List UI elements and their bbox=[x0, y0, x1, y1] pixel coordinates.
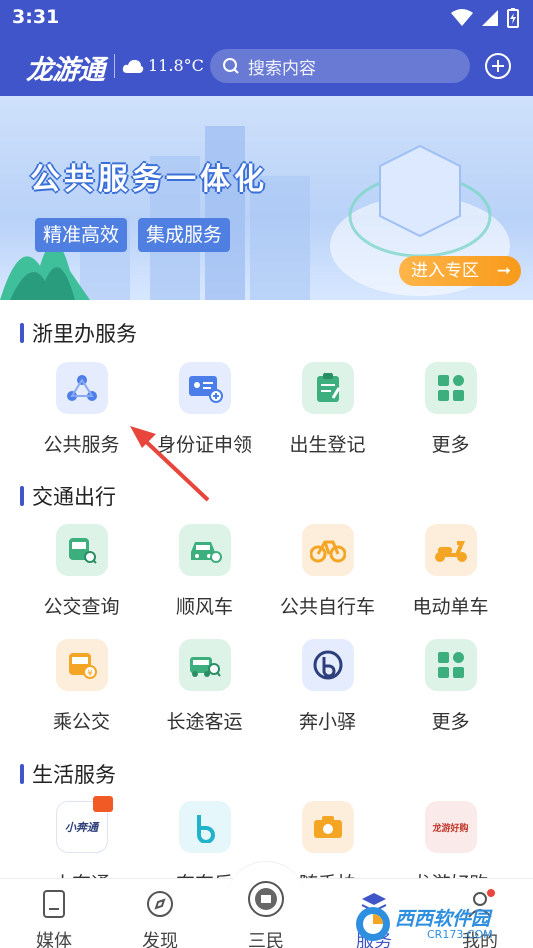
temperature: 11.8°C bbox=[148, 56, 204, 75]
ride-bus-icon: ¥ bbox=[55, 639, 108, 691]
nav-label: 三民 bbox=[248, 931, 284, 948]
status-bar: 3:31 bbox=[0, 0, 533, 36]
grid-item-label: 乘公交 bbox=[52, 711, 110, 733]
camera-icon bbox=[301, 801, 354, 853]
xiaobentong-logo-text: 小奔通 bbox=[65, 821, 98, 834]
xiaobentong-icon: 小奔通 bbox=[55, 796, 113, 853]
badge-dot bbox=[92, 796, 113, 812]
grid-item-label: 长途客运 bbox=[166, 711, 243, 733]
top-bar: 3:31 龙游通 11.8°C 搜索内容 bbox=[0, 0, 533, 96]
grid-item-more-1[interactable]: 更多 bbox=[389, 362, 512, 457]
section-title-text: 交通出行 bbox=[32, 485, 116, 509]
grid-item-label: 公交查询 bbox=[43, 596, 120, 618]
watermark-text: 西西软件园 bbox=[395, 908, 491, 930]
more-grid-icon bbox=[424, 639, 477, 691]
wifi-icon bbox=[451, 9, 473, 26]
grid-item-label: 公共自行车 bbox=[279, 596, 375, 618]
watermark-logo-icon bbox=[356, 907, 390, 941]
watermark: 西西软件园 CR173.COM bbox=[353, 902, 523, 946]
grid-item-label: 更多 bbox=[431, 711, 470, 733]
nav-label: 媒体 bbox=[36, 931, 72, 948]
grid-item-bus-search[interactable]: 公交查询 bbox=[20, 524, 143, 619]
nav-label: 发现 bbox=[142, 931, 178, 948]
enter-zone-button[interactable]: 进入专区 ➞ bbox=[399, 256, 521, 286]
section-title-text: 浙里办服务 bbox=[32, 322, 137, 346]
birth-register-icon bbox=[301, 362, 354, 414]
add-button[interactable] bbox=[485, 53, 511, 79]
section-title-transport: 交通出行 bbox=[20, 481, 116, 511]
nav-item-media[interactable]: 媒体 bbox=[14, 889, 94, 948]
section-marker bbox=[20, 764, 24, 784]
banner[interactable]: 公共服务一体化 精准高效 集成服务 进入专区 ➞ bbox=[0, 96, 533, 300]
search-input[interactable]: 搜索内容 bbox=[210, 49, 470, 83]
bicycle-icon bbox=[301, 524, 354, 576]
annotation-arrow bbox=[130, 426, 210, 502]
section-marker bbox=[20, 486, 24, 506]
search-icon bbox=[223, 58, 239, 74]
bus-search-icon bbox=[55, 524, 108, 576]
compass-icon bbox=[147, 891, 173, 917]
cloud-icon bbox=[122, 59, 144, 73]
arrow-right-icon: ➞ bbox=[496, 261, 511, 281]
banner-tag-precise: 精准高效 bbox=[35, 218, 128, 252]
nav-item-discover[interactable]: 发现 bbox=[120, 889, 200, 948]
grid-item-more-2[interactable]: 更多 bbox=[389, 639, 512, 734]
status-time: 3:31 bbox=[12, 6, 60, 28]
app-logo[interactable]: 龙游通 bbox=[26, 48, 105, 87]
grid-item-label: 电动单车 bbox=[412, 596, 489, 618]
benbenle-icon bbox=[178, 801, 231, 853]
grid-item-label: 更多 bbox=[431, 434, 470, 456]
battery-icon bbox=[507, 8, 519, 28]
section-title-life: 生活服务 bbox=[20, 759, 116, 789]
banner-tag-integrated: 集成服务 bbox=[138, 218, 231, 252]
sanmin-icon bbox=[248, 881, 284, 917]
more-grid-icon bbox=[424, 362, 477, 414]
public-service-icon bbox=[55, 362, 108, 414]
grid-item-ride-bus[interactable]: ¥ 乘公交 bbox=[20, 639, 143, 734]
grid-item-label: 出生登记 bbox=[289, 434, 366, 456]
signal-icon bbox=[482, 10, 498, 26]
grid-item-carpool[interactable]: 顺风车 bbox=[143, 524, 266, 619]
grid-item-label: 奔小驿 bbox=[298, 711, 356, 733]
document-icon bbox=[43, 890, 65, 918]
coach-icon bbox=[178, 639, 231, 691]
grid-item-label: 顺风车 bbox=[175, 596, 233, 618]
nav-item-sanmin[interactable]: 三民 bbox=[226, 879, 306, 948]
grid-item-coach[interactable]: 长途客运 bbox=[143, 639, 266, 734]
search-placeholder: 搜索内容 bbox=[248, 58, 316, 79]
id-card-icon bbox=[178, 362, 231, 414]
grid-item-bicycle[interactable]: 公共自行车 bbox=[266, 524, 389, 619]
banner-title: 公共服务一体化 bbox=[30, 162, 268, 197]
status-icons bbox=[451, 8, 519, 28]
section-title-zheliban: 浙里办服务 bbox=[20, 318, 137, 348]
app-header: 龙游通 11.8°C 搜索内容 bbox=[0, 42, 533, 90]
watermark-sub: CR173.COM bbox=[427, 928, 493, 941]
grid-item-birth-register[interactable]: 出生登记 bbox=[266, 362, 389, 457]
svg-text:¥: ¥ bbox=[87, 669, 93, 679]
longyou-shop-logo-text: 龙游好购 bbox=[432, 823, 469, 834]
section-marker bbox=[20, 323, 24, 343]
header-divider bbox=[114, 54, 115, 78]
weather[interactable]: 11.8°C bbox=[122, 56, 204, 75]
grid-item-e-scooter[interactable]: 电动单车 bbox=[389, 524, 512, 619]
section-title-text: 生活服务 bbox=[32, 763, 116, 787]
ben-xiaoyi-icon bbox=[301, 639, 354, 691]
grid-item-ben-xiaoyi[interactable]: 奔小驿 bbox=[266, 639, 389, 734]
enter-zone-label: 进入专区 bbox=[411, 261, 479, 281]
e-scooter-icon bbox=[424, 524, 477, 576]
longyou-shop-icon: 龙游好购 bbox=[424, 801, 477, 853]
carpool-icon bbox=[178, 524, 231, 576]
